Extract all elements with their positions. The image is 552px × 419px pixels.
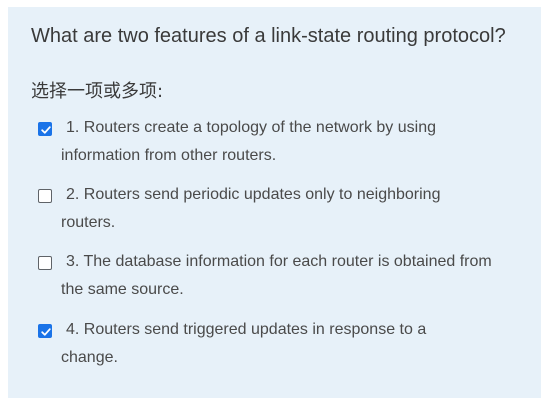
option-1-line-1: 1. Routers create a topology of the netw…: [66, 119, 436, 136]
option-1-label[interactable]: 1. Routers create a topology of the netw…: [38, 114, 523, 170]
instruction-text: 选择一项或多项:: [31, 81, 164, 102]
option-3-line-2: the same source.: [61, 281, 184, 298]
option-1-line-2: information from other routers.: [61, 147, 277, 164]
option-2-label[interactable]: 2. Routers send periodic updates only to…: [38, 181, 523, 237]
question-text: What are two features of a link-state ro…: [31, 25, 506, 47]
question-card: What are two features of a link-state ro…: [8, 7, 541, 398]
option-4-label[interactable]: 4. Routers send triggered updates in res…: [38, 316, 523, 372]
option-2-line-1: 2. Routers send periodic updates only to…: [66, 186, 441, 203]
option-3-line-1: 3. The database information for each rou…: [66, 253, 492, 270]
option-4-line-2: change.: [61, 349, 118, 366]
option-2-line-2: routers.: [61, 214, 116, 231]
option-3-label[interactable]: 3. The database information for each rou…: [38, 248, 523, 304]
option-4-line-1: 4. Routers send triggered updates in res…: [66, 321, 427, 338]
